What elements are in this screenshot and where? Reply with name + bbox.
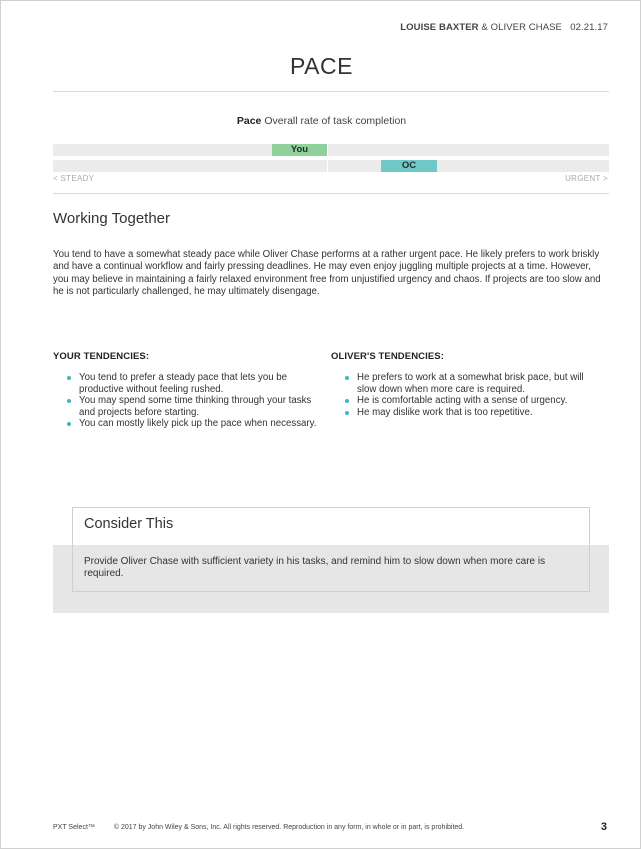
olivers-tendencies-column: OLIVER'S TENDENCIES: He prefers to work … [331, 351, 601, 418]
bullet-icon [345, 376, 349, 380]
page-title: PACE [290, 53, 353, 79]
page-number: 3 [600, 821, 607, 833]
header-name-primary: LOUISE BAXTER [400, 22, 479, 33]
list-item: You may spend some time thinking through… [53, 395, 323, 418]
list-item-text: You may spend some time thinking through… [79, 395, 312, 418]
bullet-icon [67, 399, 71, 403]
header-name-secondary: & OLIVER CHASE [481, 22, 562, 33]
scale-description: Overall rate of task completion [264, 115, 407, 127]
list-item-text: He is comfortable acting with a sense of… [357, 395, 568, 406]
bullet-icon [67, 422, 71, 426]
list-item-text: He may dislike work that is too repetiti… [357, 406, 533, 418]
divider-top [53, 91, 609, 92]
working-together-heading: Working Together [53, 210, 171, 227]
report-header: LOUISE BAXTER & OLIVER CHASE 02.21.17 [400, 22, 608, 33]
footer-brand: PXT Select™ [53, 824, 95, 831]
list-item: He is comfortable acting with a sense of… [331, 395, 601, 407]
marker-oc: OC [381, 160, 437, 172]
list-item: You can mostly likely pick up the pace w… [53, 418, 323, 430]
scale-track-oc [53, 160, 609, 172]
header-date: 02.21.17 [570, 22, 608, 33]
report-page: LOUISE BAXTER & OLIVER CHASE 02.21.17 PA… [0, 0, 641, 849]
divider-scale [53, 193, 609, 194]
your-tendencies-heading: YOUR TENDENCIES: [53, 351, 150, 362]
footer-copyright: © 2017 by John Wiley & Sons, Inc. All ri… [113, 824, 465, 831]
scale-right-label: URGENT > [565, 174, 608, 183]
scale-midline [327, 160, 328, 172]
your-tendencies-column: YOUR TENDENCIES: You tend to prefer a st… [53, 351, 323, 430]
list-item: You tend to prefer a steady pace that le… [53, 372, 323, 395]
footer: PXT Select™ © 2017 by John Wiley & Sons,… [53, 824, 464, 831]
olivers-tendencies-list: He prefers to work at a somewhat brisk p… [331, 372, 601, 418]
consider-title: Consider This [84, 516, 174, 532]
list-item: He may dislike work that is too repetiti… [331, 407, 601, 419]
list-item-text: You can mostly likely pick up the pace w… [79, 418, 317, 429]
olivers-tendencies-heading: OLIVER'S TENDENCIES: [331, 351, 444, 362]
your-tendencies-list: You tend to prefer a steady pace that le… [53, 372, 323, 430]
bullet-icon [345, 399, 349, 403]
scale-left-label: < STEADY [53, 174, 95, 183]
scale-title: Pace Overall rate of task completion [1, 115, 641, 127]
scale-track-you [53, 144, 609, 156]
scale-name: Pace [236, 115, 262, 127]
marker-you: You [272, 144, 327, 156]
scale-midline [327, 144, 328, 156]
list-item: He prefers to work at a somewhat brisk p… [331, 372, 601, 395]
consider-text: Provide Oliver Chase with sufficient var… [84, 556, 546, 580]
list-item-text: You tend to prefer a steady pace that le… [79, 372, 288, 395]
list-item-text: He prefers to work at a somewhat brisk p… [357, 372, 584, 395]
working-together-paragraph: You tend to have a somewhat steady pace … [53, 249, 601, 298]
bullet-icon [67, 376, 71, 380]
bullet-icon [345, 410, 349, 415]
